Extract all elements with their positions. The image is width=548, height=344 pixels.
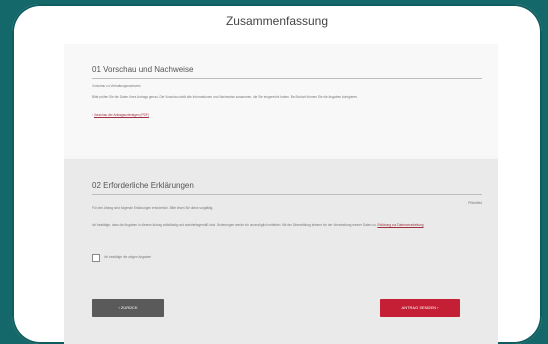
page-title: Zusammenfassung [225, 14, 329, 28]
section-declarations-intro: Für den Antrag sind folgende Erklärungen… [92, 206, 214, 210]
section-declarations-heading: 02 Erforderliche Erklärungen [92, 181, 194, 190]
section-declarations-text: Ich bestätige, dass die Angaben in diese… [92, 223, 487, 228]
preview-link-row: › Vorschau der Antragsunterlagen (PDF) [92, 113, 487, 118]
section-preview-subtitle: Vorschau zu Verhaltungsnachweis [92, 84, 141, 88]
chevron-right-icon: › [92, 113, 94, 117]
section-preview-heading: 01 Vorschau und Nachweise [92, 65, 194, 74]
form-container: 01 Vorschau und Nachweise Vorschau zu Ve… [64, 44, 498, 344]
section-preview-text: Bitte prüfen Sie die Daten Ihres Antrags… [92, 95, 358, 99]
declaration-link[interactable]: Erklärung zur Datenverarbeitung [377, 223, 423, 227]
preview-pdf-link[interactable]: Vorschau der Antragsunterlagen (PDF) [94, 113, 149, 117]
declaration-paragraph: Ich bestätige, dass die Angaben in diese… [92, 223, 377, 227]
declaration-checkbox-label: Ich bestätige die obigen Angaben [104, 255, 152, 259]
declaration-checkbox[interactable] [92, 254, 100, 262]
section-declarations-divider [92, 194, 482, 195]
section-preview: 01 Vorschau und Nachweise Vorschau zu Ve… [64, 44, 498, 156]
required-note: Pflichtfeld [468, 201, 482, 205]
submit-button[interactable]: ANTRAG SENDEN › [380, 299, 460, 317]
summary-card: Zusammenfassung 01 Vorschau und Nachweis… [12, 4, 542, 344]
section-preview-divider [92, 78, 482, 79]
back-button[interactable]: ‹ ZURÜCK [92, 299, 164, 317]
section-declarations: 02 Erforderliche Erklärungen Für den Ant… [64, 159, 498, 344]
